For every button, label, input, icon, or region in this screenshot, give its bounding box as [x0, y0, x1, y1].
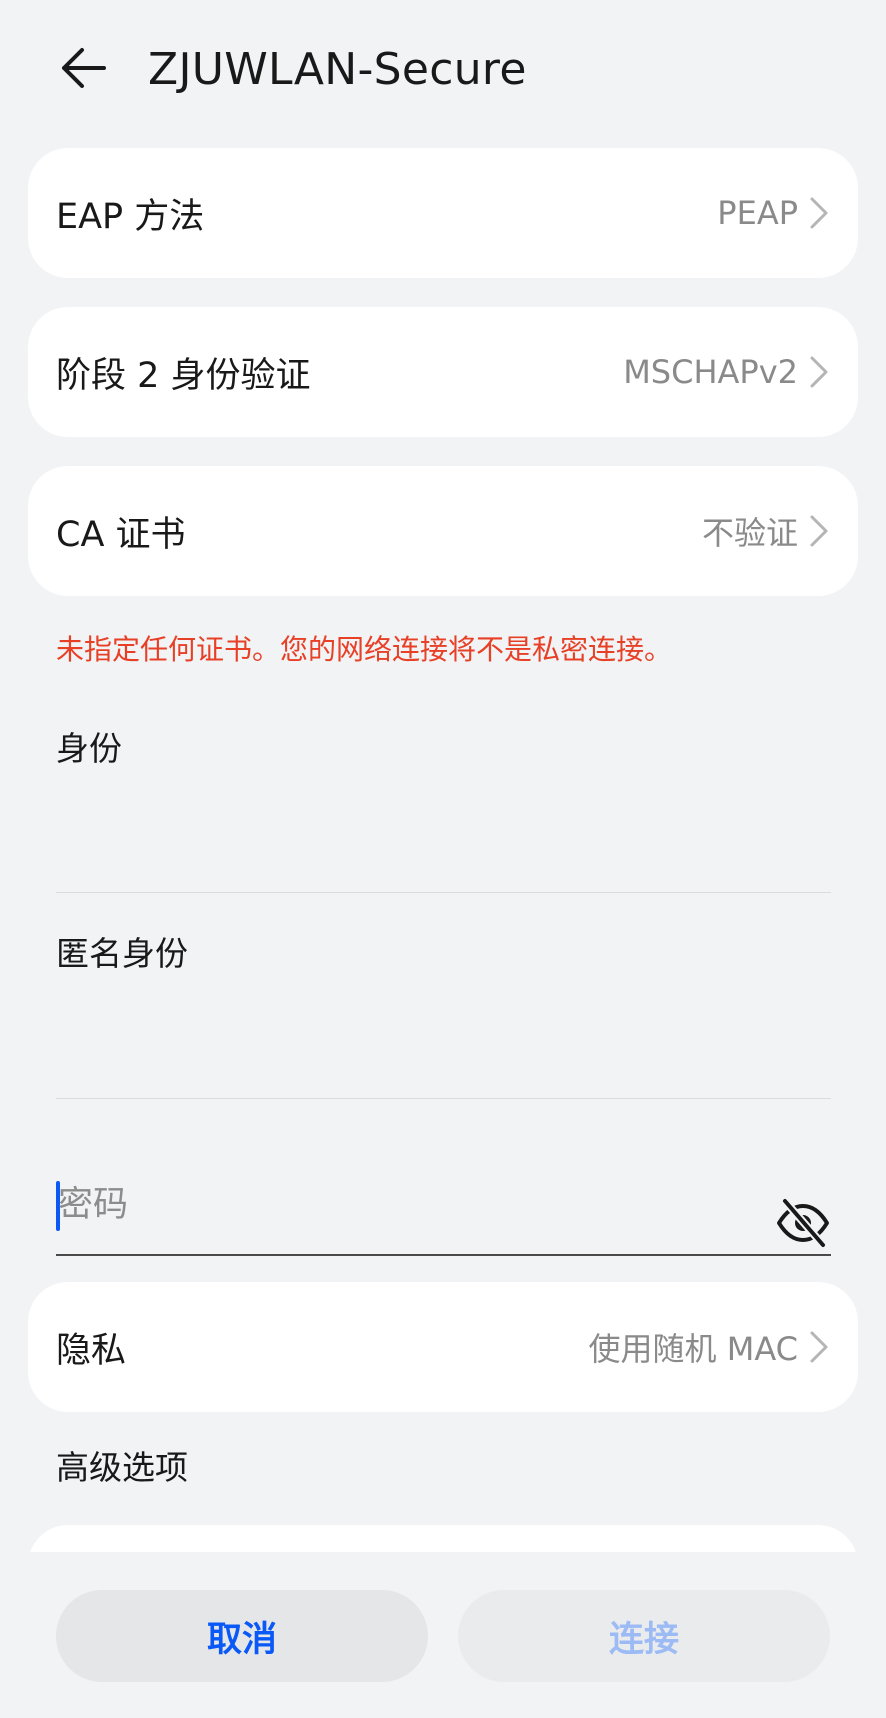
cancel-button[interactable]: 取消 — [56, 1590, 428, 1682]
top-app-bar: ZJUWLAN-Secure — [0, 0, 886, 140]
eap-method-label: EAP 方法 — [56, 196, 205, 237]
anonymous-identity-input[interactable] — [56, 1017, 831, 1087]
ca-certificate-value: 不验证 — [701, 514, 798, 552]
toggle-password-visibility-button[interactable] — [772, 1192, 834, 1254]
wifi-eap-config-page: ZJUWLAN-Secure EAP 方法 PEAP 阶段 2 身份验证 MSC… — [0, 0, 886, 1718]
bottom-action-bar: 取消 连接 — [0, 1552, 886, 1718]
password-placeholder: 密码 — [58, 1185, 129, 1225]
chevron-right-icon — [810, 515, 828, 547]
chevron-right-icon — [810, 197, 828, 229]
privacy-label: 隐私 — [56, 1330, 127, 1371]
phase2-auth-value: MSCHAPv2 — [623, 353, 798, 391]
connect-button[interactable]: 连接 — [458, 1590, 830, 1682]
chevron-right-icon — [810, 1331, 828, 1363]
anonymous-identity-underline — [56, 1098, 831, 1099]
advanced-options-title: 高级选项 — [56, 1448, 188, 1487]
phase2-auth-row[interactable]: 阶段 2 身份验证 MSCHAPv2 — [28, 307, 858, 437]
ca-certificate-label: CA 证书 — [56, 514, 186, 555]
chevron-right-icon — [810, 356, 828, 388]
password-underline — [56, 1254, 831, 1256]
eye-off-icon — [777, 1197, 829, 1249]
page-title: ZJUWLAN-Secure — [148, 44, 527, 95]
identity-underline — [56, 892, 831, 893]
privacy-row[interactable]: 隐私 使用随机 MAC — [28, 1282, 858, 1412]
arrow-left-icon — [62, 48, 106, 88]
phase2-auth-label: 阶段 2 身份验证 — [56, 355, 311, 396]
eap-method-value: PEAP — [717, 194, 798, 232]
ca-certificate-row[interactable]: CA 证书 不验证 — [28, 466, 858, 596]
certificate-warning-text: 未指定任何证书。您的网络连接将不是私密连接。 — [56, 633, 673, 666]
identity-label: 身份 — [56, 729, 122, 768]
anonymous-identity-label: 匿名身份 — [56, 934, 188, 973]
eap-method-row[interactable]: EAP 方法 PEAP — [28, 148, 858, 278]
privacy-value: 使用随机 MAC — [588, 1330, 798, 1368]
identity-input[interactable] — [56, 812, 831, 882]
back-button[interactable] — [56, 40, 112, 96]
